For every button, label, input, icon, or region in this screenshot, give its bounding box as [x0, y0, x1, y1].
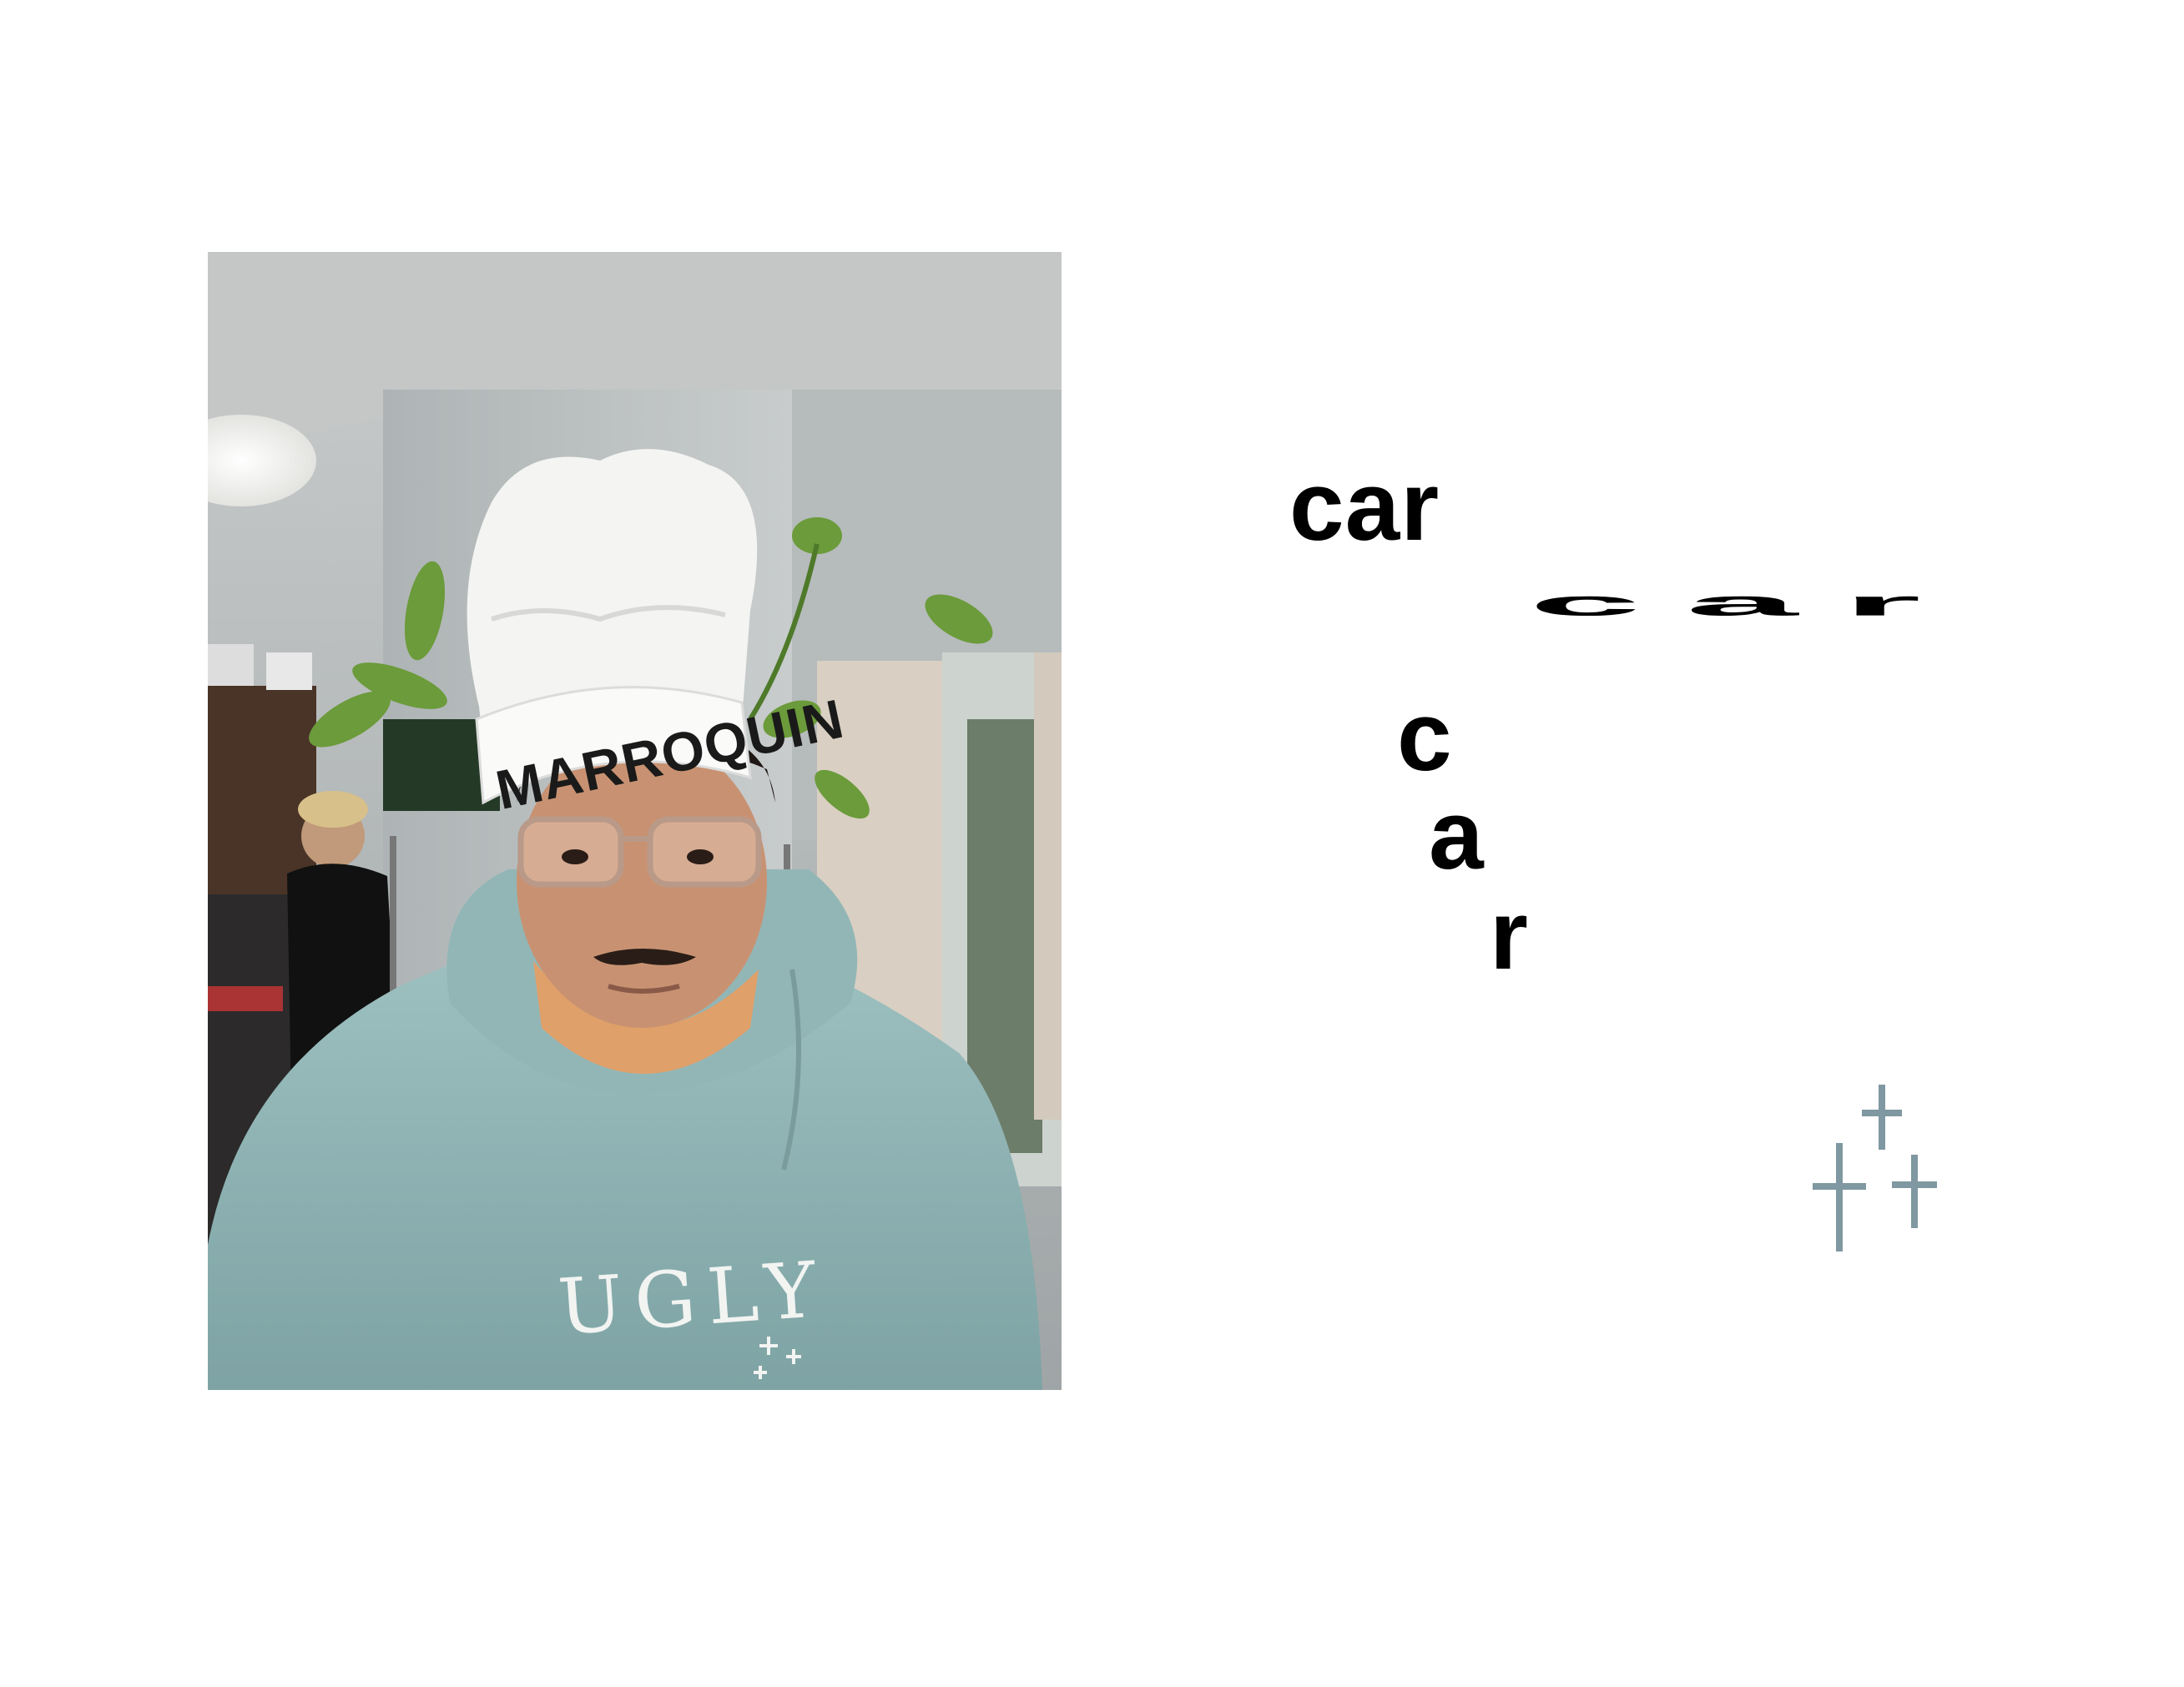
sweatshirt-text: UGLY	[555, 1245, 830, 1352]
word-car-regular: car	[1289, 451, 1440, 561]
word-car-vertical-c: c	[1397, 682, 1452, 792]
word-car-vertical-r: r	[1490, 880, 1528, 990]
crosses-decoration	[1811, 1085, 1961, 1260]
word-car-stretched: car	[1529, 583, 1966, 623]
portrait-photo-illustration: MARROQUIN UGLY	[208, 252, 1062, 1390]
word-car-vertical-a: a	[1429, 780, 1484, 890]
portrait-photo: MARROQUIN UGLY	[208, 252, 1062, 1390]
cross-icon	[1892, 1155, 1937, 1228]
cross-icon	[1813, 1143, 1866, 1251]
cross-icon	[1862, 1085, 1902, 1150]
